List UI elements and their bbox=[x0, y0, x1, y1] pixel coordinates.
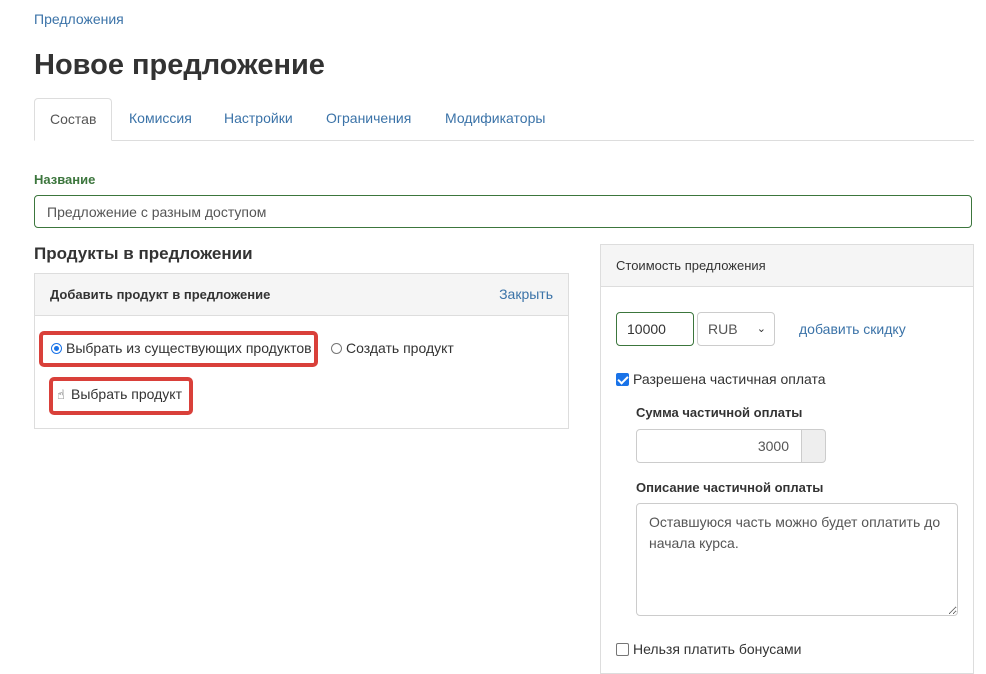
partial-sum-addon bbox=[801, 429, 826, 463]
option-existing-label: Выбрать из существующих продуктов bbox=[66, 340, 312, 356]
radio-create[interactable] bbox=[331, 343, 342, 354]
option-existing-products[interactable]: Выбрать из существующих продуктов bbox=[51, 340, 312, 356]
chevron-down-icon: ⌄ bbox=[756, 323, 766, 335]
breadcrumb-offers-link[interactable]: Предложения bbox=[34, 11, 124, 27]
name-label: Название bbox=[34, 172, 96, 187]
currency-value: RUB bbox=[708, 321, 738, 337]
add-product-panel: Добавить продукт в предложение Закрыть В… bbox=[34, 273, 569, 429]
add-discount-link[interactable]: добавить скидку bbox=[799, 321, 906, 337]
price-input[interactable] bbox=[616, 312, 694, 346]
choose-product-button[interactable]: ☝ Выбрать продукт bbox=[57, 386, 182, 403]
radio-existing[interactable] bbox=[51, 343, 62, 354]
pricing-panel: Стоимость предложения RUB ⌄ добавить ски… bbox=[600, 244, 974, 674]
tab-commission[interactable]: Комиссия bbox=[114, 98, 207, 138]
option-create-label: Создать продукт bbox=[346, 340, 454, 356]
partial-payment-checkbox[interactable] bbox=[616, 373, 629, 386]
pricing-panel-header: Стоимость предложения bbox=[601, 245, 973, 287]
page-title: Новое предложение bbox=[34, 49, 325, 81]
partial-sum-input[interactable] bbox=[636, 429, 802, 463]
partial-payment-toggle[interactable]: Разрешена частичная оплата bbox=[616, 371, 826, 387]
no-bonus-toggle[interactable]: Нельзя платить бонусами bbox=[616, 641, 801, 657]
partial-sum-group bbox=[636, 429, 826, 463]
partial-desc-textarea[interactable]: Оставшуюся часть можно будет оплатить до… bbox=[636, 503, 958, 616]
close-panel-link[interactable]: Закрыть bbox=[499, 286, 553, 302]
pricing-panel-title: Стоимость предложения bbox=[616, 258, 766, 273]
no-bonus-label: Нельзя платить бонусами bbox=[633, 641, 802, 657]
name-input[interactable] bbox=[34, 195, 972, 228]
tab-composition[interactable]: Состав bbox=[34, 98, 113, 141]
partial-desc-label: Описание частичной оплаты bbox=[636, 480, 824, 495]
tab-settings[interactable]: Настройки bbox=[209, 98, 308, 138]
partial-sum-label: Сумма частичной оплаты bbox=[636, 405, 803, 420]
hand-pointer-icon: ☝ bbox=[57, 387, 65, 402]
no-bonus-checkbox[interactable] bbox=[616, 643, 629, 656]
add-product-panel-title: Добавить продукт в предложение bbox=[50, 287, 271, 302]
add-product-panel-header: Добавить продукт в предложение Закрыть bbox=[35, 274, 568, 316]
tabs-bar: Состав Комиссия Настройки Ограничения Мо… bbox=[34, 98, 974, 141]
choose-product-label: Выбрать продукт bbox=[71, 386, 182, 402]
tab-restrictions[interactable]: Ограничения bbox=[311, 98, 426, 138]
option-create-product[interactable]: Создать продукт bbox=[331, 340, 454, 356]
currency-select[interactable]: RUB ⌄ bbox=[697, 312, 775, 346]
partial-payment-label: Разрешена частичная оплата bbox=[633, 371, 826, 387]
tab-modifiers[interactable]: Модификаторы bbox=[430, 98, 560, 138]
products-section-title: Продукты в предложении bbox=[34, 244, 253, 263]
